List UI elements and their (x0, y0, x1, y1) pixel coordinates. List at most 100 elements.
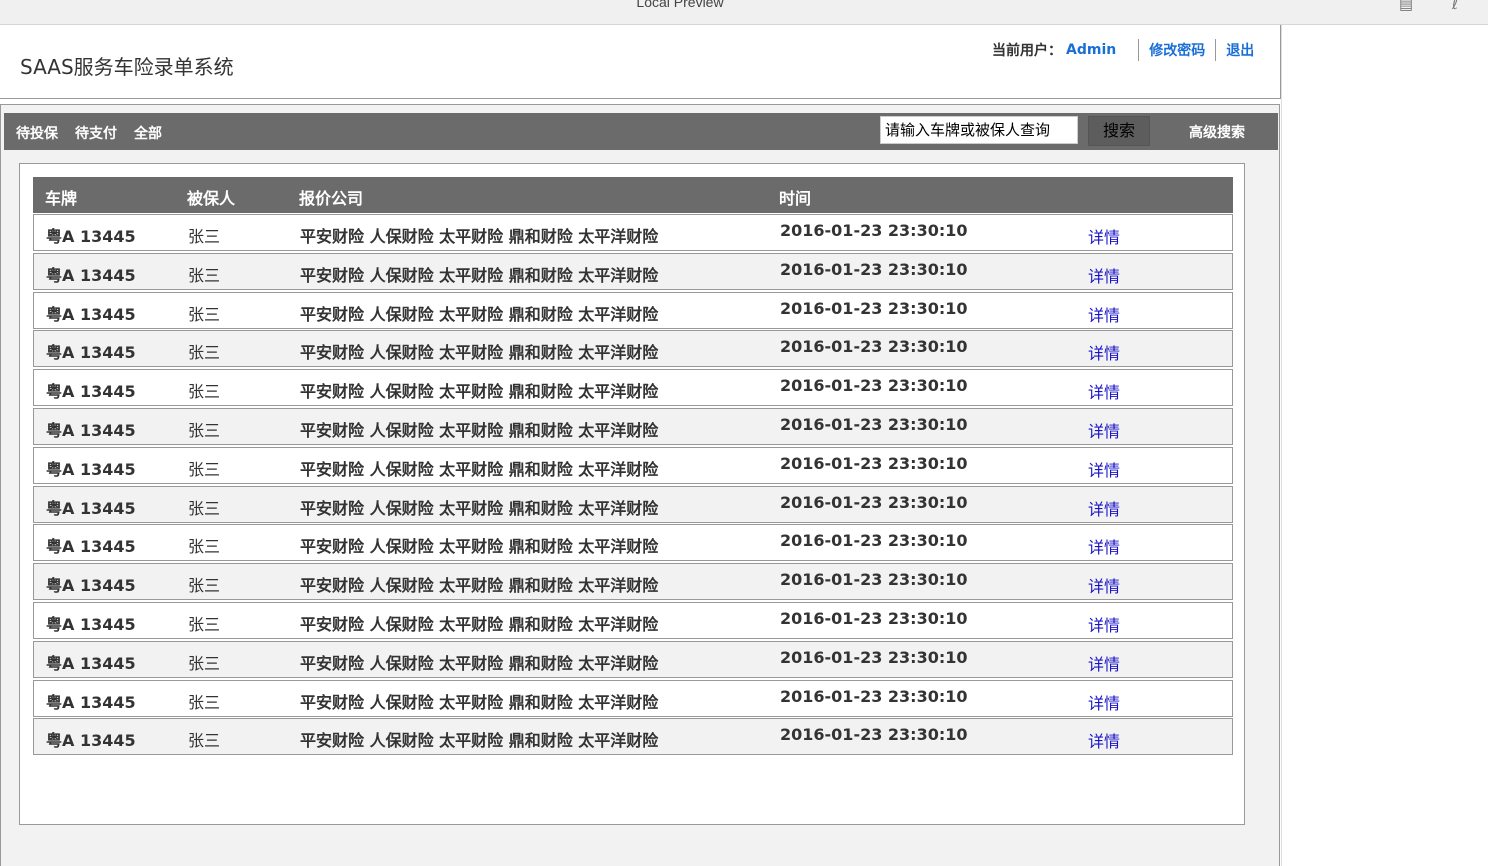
cell-plate: 粤A 13445 (46, 421, 136, 440)
column-header-time: 时间 (779, 189, 812, 208)
detail-link[interactable]: 详情 (1088, 651, 1120, 675)
cell-companies: 平安财险 人保财险 太平财险 鼎和财险 太平洋财险 (300, 266, 659, 285)
table-row: 粤A 13445 张三 平安财险 人保财险 太平财险 鼎和财险 太平洋财险 2016-… (33, 486, 1233, 523)
cell-time: 2016-01-23 23:30:10 (780, 260, 968, 279)
cell-plate: 粤A 13445 (46, 693, 136, 712)
cell-plate: 粤A 13445 (46, 227, 136, 246)
tab-all[interactable]: 全部 (134, 123, 162, 143)
current-user-name[interactable]: Admin (1066, 42, 1116, 58)
cell-companies: 平安财险 人保财险 太平财险 鼎和财险 太平洋财险 (300, 305, 659, 324)
cell-plate: 粤A 13445 (46, 460, 136, 479)
cell-time: 2016-01-23 23:30:10 (780, 299, 968, 318)
table-header: 车牌 被保人 报价公司 时间 (33, 177, 1233, 213)
cell-insured: 张三 (188, 537, 221, 556)
table-row: 粤A 13445 张三 平安财险 人保财险 太平财险 鼎和财险 太平洋财险 2016-… (33, 214, 1233, 251)
table-row: 粤A 13445 张三 平安财险 人保财险 太平财险 鼎和财险 太平洋财险 2016-… (33, 447, 1233, 484)
cell-insured: 张三 (188, 576, 221, 595)
cell-companies: 平安财险 人保财险 太平财险 鼎和财险 太平洋财险 (300, 421, 659, 440)
cell-companies: 平安财险 人保财险 太平财险 鼎和财险 太平洋财险 (300, 537, 659, 556)
cell-companies: 平安财险 人保财险 太平财险 鼎和财险 太平洋财险 (300, 343, 659, 362)
cell-companies: 平安财险 人保财险 太平财险 鼎和财险 太平洋财险 (300, 693, 659, 712)
cell-companies: 平安财险 人保财险 太平财险 鼎和财险 太平洋财险 (300, 460, 659, 479)
detail-link[interactable]: 详情 (1088, 690, 1120, 714)
cell-plate: 粤A 13445 (46, 576, 136, 595)
table-row: 粤A 13445 张三 平安财险 人保财险 太平财险 鼎和财险 太平洋财险 2016-… (33, 292, 1233, 329)
table-row: 粤A 13445 张三 平安财险 人保财险 太平财险 鼎和财险 太平洋财险 2016-… (33, 563, 1233, 600)
detail-link[interactable]: 详情 (1088, 457, 1120, 481)
cell-insured: 张三 (188, 499, 221, 518)
cell-insured: 张三 (188, 460, 221, 479)
cell-time: 2016-01-23 23:30:10 (780, 454, 968, 473)
app-title: SAAS服务车险录单系统 (20, 55, 234, 79)
cell-companies: 平安财险 人保财险 太平财险 鼎和财险 太平洋财险 (300, 615, 659, 634)
column-header-plate: 车牌 (45, 189, 78, 208)
cell-time: 2016-01-23 23:30:10 (780, 415, 968, 434)
cell-companies: 平安财险 人保财险 太平财险 鼎和财险 太平洋财险 (300, 654, 659, 673)
cell-time: 2016-01-23 23:30:10 (780, 687, 968, 706)
cell-time: 2016-01-23 23:30:10 (780, 376, 968, 395)
change-password-link[interactable]: 修改密码 (1149, 40, 1205, 60)
toolbar: 待投保 待支付 全部 搜索 高级搜索 (4, 113, 1278, 150)
table-row: 粤A 13445 张三 平安财险 人保财险 太平财险 鼎和财险 太平洋财险 2016-… (33, 253, 1233, 290)
table-row: 粤A 13445 张三 平安财险 人保财险 太平财险 鼎和财险 太平洋财险 2016-… (33, 641, 1233, 678)
cell-plate: 粤A 13445 (46, 731, 136, 750)
cell-time: 2016-01-23 23:30:10 (780, 221, 968, 240)
cell-insured: 张三 (188, 343, 221, 362)
cell-time: 2016-01-23 23:30:10 (780, 648, 968, 667)
cell-insured: 张三 (188, 305, 221, 324)
cell-insured: 张三 (188, 615, 221, 634)
advanced-search-link[interactable]: 高级搜索 (1189, 122, 1245, 142)
table-row: 粤A 13445 张三 平安财险 人保财险 太平财险 鼎和财险 太平洋财险 2016-… (33, 602, 1233, 639)
cell-time: 2016-01-23 23:30:10 (780, 493, 968, 512)
cell-insured: 张三 (188, 731, 221, 750)
cell-plate: 粤A 13445 (46, 537, 136, 556)
cell-time: 2016-01-23 23:30:10 (780, 337, 968, 356)
cell-plate: 粤A 13445 (46, 499, 136, 518)
table-row: 粤A 13445 张三 平安财险 人保财险 太平财险 鼎和财险 太平洋财险 2016-… (33, 718, 1233, 755)
cell-time: 2016-01-23 23:30:10 (780, 725, 968, 744)
cell-companies: 平安财险 人保财险 太平财险 鼎和财险 太平洋财险 (300, 499, 659, 518)
cell-companies: 平安财险 人保财险 太平财险 鼎和财险 太平洋财险 (300, 576, 659, 595)
cell-plate: 粤A 13445 (46, 305, 136, 324)
detail-link[interactable]: 详情 (1088, 496, 1120, 520)
detail-link[interactable]: 详情 (1088, 302, 1120, 326)
cell-companies: 平安财险 人保财险 太平财险 鼎和财险 太平洋财险 (300, 382, 659, 401)
pdf-icon[interactable]: ℓ (1446, 0, 1464, 12)
divider (1138, 39, 1140, 61)
table-row: 粤A 13445 张三 平安财险 人保财险 太平财险 鼎和财险 太平洋财险 2016-… (33, 369, 1233, 406)
right-empty-pane (1281, 25, 1488, 866)
cell-companies: 平安财险 人保财险 太平财险 鼎和财险 太平洋财险 (300, 227, 659, 246)
search-button[interactable]: 搜索 (1088, 116, 1150, 146)
detail-link[interactable]: 详情 (1088, 224, 1120, 248)
tab-pending-payment[interactable]: 待支付 (75, 123, 117, 143)
detail-link[interactable]: 详情 (1088, 728, 1120, 752)
search-input[interactable] (880, 116, 1078, 144)
detail-link[interactable]: 详情 (1088, 340, 1120, 364)
detail-link[interactable]: 详情 (1088, 612, 1120, 636)
column-header-insured: 被保人 (187, 189, 236, 208)
document-icon[interactable]: ▤ (1397, 0, 1415, 12)
cell-insured: 张三 (188, 266, 221, 285)
detail-link[interactable]: 详情 (1088, 534, 1120, 558)
detail-link[interactable]: 详情 (1088, 573, 1120, 597)
preview-title: Local Preview (636, 0, 724, 10)
detail-link[interactable]: 详情 (1088, 379, 1120, 403)
cell-time: 2016-01-23 23:30:10 (780, 609, 968, 628)
table-row: 粤A 13445 张三 平安财险 人保财险 太平财险 鼎和财险 太平洋财险 2016-… (33, 680, 1233, 717)
table-row: 粤A 13445 张三 平安财险 人保财险 太平财险 鼎和财险 太平洋财险 2016-… (33, 330, 1233, 367)
column-header-companies: 报价公司 (299, 189, 364, 208)
cell-insured: 张三 (188, 654, 221, 673)
cell-time: 2016-01-23 23:30:10 (780, 570, 968, 589)
detail-link[interactable]: 详情 (1088, 263, 1120, 287)
detail-link[interactable]: 详情 (1088, 418, 1120, 442)
cell-companies: 平安财险 人保财险 太平财险 鼎和财险 太平洋财险 (300, 731, 659, 750)
cell-plate: 粤A 13445 (46, 266, 136, 285)
main-area: 待投保 待支付 全部 搜索 高级搜索 车牌 被保人 报价公司 时间 粤A 134… (0, 104, 1280, 866)
preview-bar: Local Preview ▤ ℓ (0, 0, 1488, 25)
user-area: 当前用户： Admin 修改密码 退出 (992, 39, 1254, 61)
app-header: SAAS服务车险录单系统 当前用户： Admin 修改密码 退出 (0, 25, 1281, 99)
tab-pending-insure[interactable]: 待投保 (16, 123, 58, 143)
cell-plate: 粤A 13445 (46, 615, 136, 634)
cell-insured: 张三 (188, 382, 221, 401)
logout-link[interactable]: 退出 (1226, 40, 1254, 60)
